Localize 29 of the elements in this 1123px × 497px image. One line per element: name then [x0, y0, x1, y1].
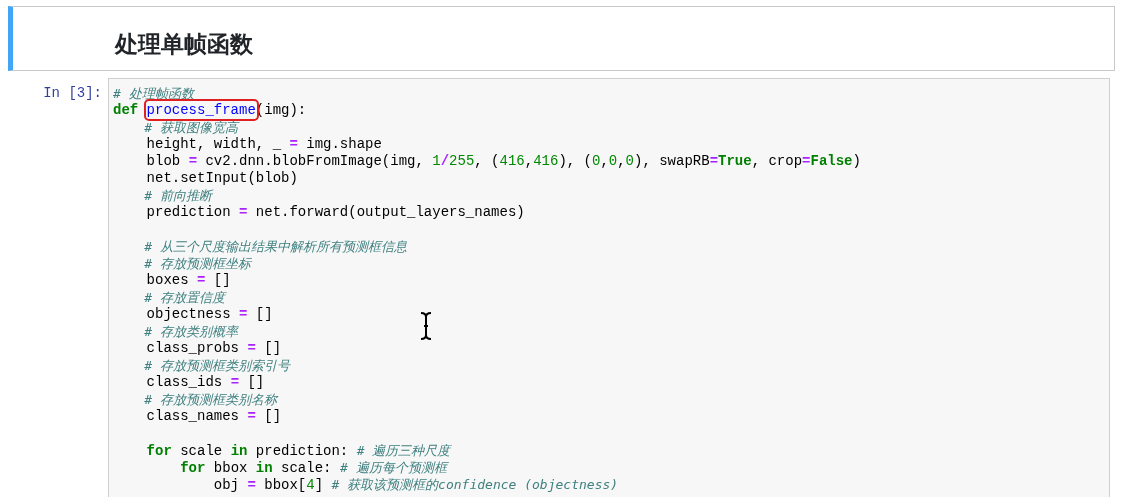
code-line: class_ids = [] [145, 374, 265, 391]
code-line: # 从三个尺度输出结果中解析所有预测框信息 [143, 238, 407, 255]
cell-prompt: In [3]: [42, 84, 103, 103]
code-line: net.setInput(blob) [145, 170, 298, 187]
code-line: class_probs = [] [145, 340, 282, 357]
code-line: # 存放预测框坐标 [143, 255, 251, 272]
code-line: obj = bbox[4] # 获取该预测框的confidence (objectness) [212, 476, 619, 493]
code-line: # 获取图像宽高 [143, 119, 238, 136]
markdown-cell[interactable]: 处理单帧函数 [8, 6, 1115, 71]
code-line: for scale in prediction: # 遍历三种尺度 [145, 442, 451, 459]
function-name: process_frame [146, 102, 256, 118]
code-line: height, width, _ = img.shape [145, 136, 382, 153]
code-line: # 处理帧函数 [113, 85, 194, 102]
code-line: boxes = [] [145, 272, 231, 289]
code-line: objectness = [] [145, 306, 273, 323]
code-line: blob = cv2.dnn.blobFromImage(img, 1/255, (416,416), (0,0,0), swapRB=True, crop=False) [145, 153, 861, 170]
code-line: for bbox in scale: # 遍历每个预测框 [179, 459, 447, 476]
code-text: (img): [255, 102, 307, 118]
code-input-area[interactable] [108, 78, 1110, 497]
code-line: prediction = net.forward(output_layers_names) [145, 204, 525, 221]
cell-heading: 处理单帧函数 [115, 30, 253, 60]
code-line: # 前向推断 [143, 187, 212, 204]
code-line: class_names = [] [145, 408, 282, 425]
code-line: # 存放类别概率 [143, 323, 238, 340]
keyword: def [113, 102, 140, 118]
code-line: # 存放预测框类别名称 [143, 391, 277, 408]
code-line: # 存放置信度 [143, 289, 225, 306]
code-line: # 存放预测框类别索引号 [143, 357, 290, 374]
text-cursor-icon [419, 311, 433, 341]
